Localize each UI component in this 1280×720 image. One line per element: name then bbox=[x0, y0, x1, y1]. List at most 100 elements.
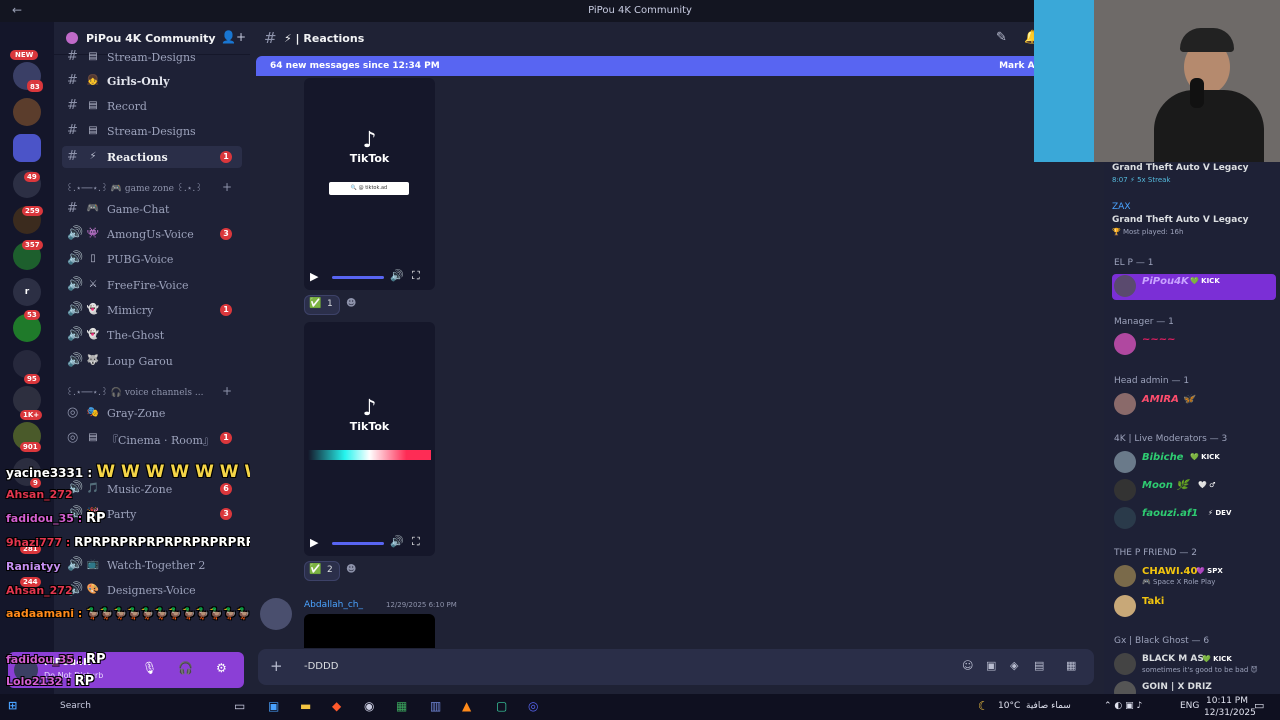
new-messages-bar[interactable]: 64 new messages since 12:34 PM Mark As bbox=[256, 56, 1046, 76]
member-row[interactable]: faouzi.af1 ⚡ DEV bbox=[1112, 506, 1276, 532]
folder-icon[interactable]: ▬ bbox=[300, 699, 311, 713]
member-name: GOIN | X DRIZ bbox=[1142, 682, 1212, 692]
fullscreen-icon[interactable]: ⛶ bbox=[412, 269, 420, 283]
avatar[interactable] bbox=[260, 598, 292, 630]
fullscreen-icon[interactable]: ⛶ bbox=[412, 535, 420, 549]
weather-temp[interactable]: 10°C bbox=[998, 701, 1020, 711]
notification-icon[interactable]: ▭ bbox=[1254, 699, 1264, 712]
weather-text[interactable]: سماء صافية bbox=[1026, 701, 1071, 711]
reaction-pill[interactable]: ✅ 2 bbox=[304, 561, 340, 581]
volume-icon[interactable]: 🔊 bbox=[390, 269, 404, 282]
invite-people-icon[interactable]: 👤+ bbox=[221, 30, 246, 44]
channel-item[interactable]: # ▤ Stream-Designs bbox=[62, 46, 242, 68]
add-channel-icon[interactable]: + bbox=[222, 384, 232, 398]
new-messages-text: 64 new messages since 12:34 PM bbox=[270, 61, 440, 71]
volume-icon[interactable]: 🔊 bbox=[390, 535, 404, 548]
role-header: Head admin — 1 bbox=[1114, 376, 1190, 386]
threads-icon[interactable]: ✎ bbox=[996, 30, 1007, 45]
channel-item[interactable]: # ▤ Record bbox=[62, 95, 242, 117]
member-row[interactable]: BLACK M AS 💚 KICK sometimes it's good to… bbox=[1112, 652, 1276, 678]
video-attachment[interactable]: ♪ TikTok ▶ 🔊 ⛶ bbox=[304, 322, 435, 556]
discord-icon[interactable]: ◎ bbox=[528, 699, 538, 713]
app-icon[interactable]: ▲ bbox=[462, 699, 471, 713]
sticker-icon[interactable]: ◈ bbox=[1010, 659, 1018, 672]
browser-icon[interactable]: ◆ bbox=[332, 699, 341, 713]
overlay-user: Lolo2132 : bbox=[6, 675, 71, 688]
add-channel-icon[interactable]: + bbox=[222, 180, 232, 194]
voice-channel-item[interactable]: ◎ ▤ 『Cinema · Room』 1 bbox=[62, 427, 242, 449]
reaction-pill[interactable]: ✅ 1 bbox=[304, 295, 340, 315]
webcam-background bbox=[1034, 0, 1094, 162]
speaker-icon: 🔊 bbox=[67, 251, 84, 266]
windows-start-icon[interactable]: ⊞ bbox=[8, 699, 17, 712]
channel-name: Stream-Designs bbox=[107, 125, 196, 138]
volume-slider[interactable] bbox=[332, 542, 384, 545]
task-view-icon[interactable]: ▭ bbox=[234, 699, 245, 713]
member-row[interactable]: GOIN | X DRIZ bbox=[1112, 680, 1276, 694]
volume-slider[interactable] bbox=[332, 276, 384, 279]
message-input[interactable]: -DDDD bbox=[304, 661, 338, 672]
voice-channel-item[interactable]: 🔊 ▯ PUBG-Voice bbox=[62, 248, 242, 270]
activity-title: Grand Theft Auto V Legacy bbox=[1112, 215, 1249, 225]
file-explorer-icon[interactable]: ▣ bbox=[268, 699, 279, 713]
channel-emoji-icon: 🎵 bbox=[86, 483, 100, 494]
avatar bbox=[1114, 333, 1136, 355]
apps-icon[interactable]: ▦ bbox=[1066, 659, 1076, 672]
video-attachment[interactable]: ♪ TikTok 🔍 @ tiktok.ad ▶ 🔊 ⛶ bbox=[304, 78, 435, 290]
voice-channel-item[interactable]: 🔊 ⚔ FreeFire-Voice bbox=[62, 274, 242, 296]
channel-item-reactions[interactable]: # ⚡ Reactions 1 bbox=[62, 146, 242, 168]
channel-item[interactable]: # ▤ Stream-Designs bbox=[62, 120, 242, 142]
taskbar: ⊞ Search ▭ ▣ ▬ ◆ ◉ ▦ ▥ ▲ ▢ ◎ ☾ 10°C سماء… bbox=[0, 694, 1280, 720]
voice-channel-item[interactable]: 🔊 📺 Watch-Together 2 bbox=[62, 554, 242, 576]
dm-icon[interactable]: r bbox=[13, 278, 41, 306]
video-attachment[interactable] bbox=[304, 614, 435, 648]
tray-icons[interactable]: ⌃ ◐ ▣ ♪ bbox=[1104, 701, 1142, 711]
member-row[interactable]: ~~~~ bbox=[1112, 332, 1276, 358]
member-row[interactable]: Moon 🌿 🤍 ♂ bbox=[1112, 478, 1276, 504]
channel-item[interactable]: # 👧 Girls-Only bbox=[62, 70, 242, 92]
member-row[interactable]: Taki bbox=[1112, 594, 1276, 620]
app-icon[interactable]: ▥ bbox=[430, 699, 441, 713]
app-icon[interactable]: ▦ bbox=[396, 699, 407, 713]
play-icon[interactable]: ▶ bbox=[310, 536, 318, 549]
microphone-icon[interactable]: 🎙 bbox=[142, 661, 157, 675]
member-row[interactable]: AMIRA 🦋 bbox=[1112, 392, 1276, 418]
voice-channel-item[interactable]: 🔊 👻 The-Ghost bbox=[62, 324, 242, 346]
gif-icon[interactable]: ▣ bbox=[986, 659, 996, 672]
member-row[interactable]: Bibiche 💚 KICK bbox=[1112, 450, 1276, 476]
clock-date[interactable]: 12/31/2025 bbox=[1204, 708, 1256, 718]
server-icon[interactable] bbox=[13, 98, 41, 126]
message-composer[interactable]: + -DDDD ☺ ▣ ◈ ▤ ▦ bbox=[258, 649, 1094, 685]
language-indicator[interactable]: ENG bbox=[1180, 701, 1199, 711]
play-icon[interactable]: ▶ bbox=[310, 270, 318, 283]
channel-item[interactable]: # 🎮 Game-Chat bbox=[62, 198, 242, 220]
message-author[interactable]: Abdallah_ch_ bbox=[304, 600, 363, 610]
voice-channel-item[interactable]: 🔊 🐺 Loup Garou bbox=[62, 350, 242, 372]
overlay-message: 🦆🦆🦆🦆🦆🦆🦆🦆🦆🦆🦆🦆 bbox=[86, 607, 251, 620]
member-row[interactable]: CHAWI.40 💜 SPX 🎮 Space X Role Play bbox=[1112, 564, 1276, 590]
emoji-icon[interactable]: ▤ bbox=[1034, 659, 1044, 672]
clock-time[interactable]: 10:11 PM bbox=[1206, 696, 1248, 706]
hash-icon: # bbox=[67, 73, 78, 88]
category-game-zone[interactable]: ꒰.⋆──⋆.꒱ 🎮 game zone ꒰.⋆.꒱ + bbox=[66, 180, 242, 196]
voice-channel-item[interactable]: 🔊 👾 AmongUs-Voice 3 bbox=[62, 223, 242, 245]
folder-icon[interactable] bbox=[13, 134, 41, 162]
taskbar-search[interactable]: Search bbox=[60, 701, 91, 711]
headset-icon[interactable]: 🎧 bbox=[178, 661, 193, 675]
member-row[interactable]: PiPou4K 💚 KICK bbox=[1112, 274, 1276, 300]
attach-plus-icon[interactable]: + bbox=[270, 657, 283, 675]
overlay-user: aadaamani : bbox=[6, 607, 83, 620]
gift-icon[interactable]: ☺ bbox=[962, 659, 973, 672]
app-icon[interactable]: ▢ bbox=[496, 699, 507, 713]
add-reaction-icon[interactable]: ☻ bbox=[346, 298, 356, 309]
add-reaction-icon[interactable]: ☻ bbox=[346, 564, 356, 575]
voice-channel-item[interactable]: ◎ 🎭 Gray-Zone bbox=[62, 402, 242, 424]
channel-name: Game-Chat bbox=[107, 203, 170, 216]
category-voice-channels[interactable]: ꒰.⋆──⋆.꒱ 🎧 voice channels ... + bbox=[66, 384, 242, 400]
chevron-down-icon[interactable]: ⌄ bbox=[188, 31, 196, 42]
category-label: ꒰.⋆──⋆.꒱ 🎧 voice channels ... bbox=[66, 388, 204, 398]
steam-icon[interactable]: ◉ bbox=[364, 699, 374, 713]
voice-channel-item[interactable]: 🔊 👻 Mimicry 1 bbox=[62, 299, 242, 321]
voice-channel-item[interactable]: 🔊 🎨 Designers-Voice bbox=[62, 579, 242, 601]
settings-gear-icon[interactable]: ⚙ bbox=[216, 661, 227, 675]
